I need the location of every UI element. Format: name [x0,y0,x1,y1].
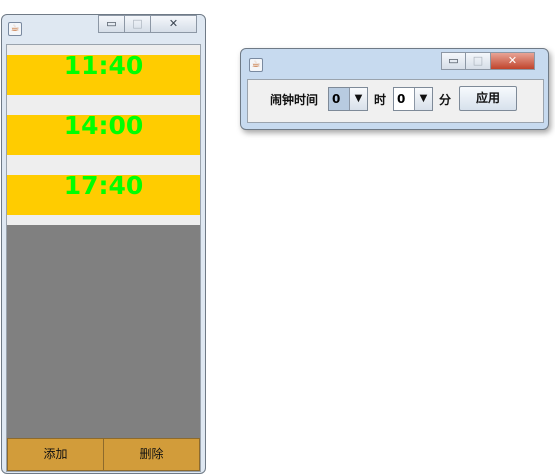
add-button[interactable]: 添加 [7,438,104,471]
chevron-down-icon[interactable]: ▼ [414,88,432,110]
alarm-item[interactable]: 17:40 [7,173,200,215]
minute-unit-label: 分 [439,93,452,107]
apply-button[interactable]: 应用 [459,86,517,111]
alarm-setting-window: ☕ ▭ □ ✕ 闹钟时间 0 ▼ 时 0 ▼ 分 应用 [240,48,549,130]
alarm-list-panel: 11:40 14:00 17:40 添加 删除 [6,44,201,472]
alarm-setting-panel: 闹钟时间 0 ▼ 时 0 ▼ 分 应用 [247,79,544,123]
alarm-item[interactable]: 14:00 [7,113,200,155]
alarm-list-window: ☕ ▭ □ ✕ 11:40 14:00 17:40 添加 删除 [1,14,206,474]
minute-select[interactable]: 0 ▼ [393,87,433,111]
window-controls: ▭ □ ✕ [98,15,197,33]
java-cup-icon: ☕ [8,22,22,36]
alarm-spacer [7,215,200,225]
hour-select[interactable]: 0 ▼ [328,87,368,111]
chevron-down-icon[interactable]: ▼ [349,88,367,110]
minute-value: 0 [394,88,414,110]
window-controls: ▭ □ ✕ [441,52,535,70]
delete-button[interactable]: 删除 [104,438,200,471]
title-bar[interactable]: ☕ ▭ □ ✕ [2,15,205,43]
minimize-icon[interactable]: ▭ [98,15,125,33]
close-icon[interactable]: ✕ [151,15,197,33]
alarm-time-label: 闹钟时间 [270,93,319,107]
hour-value: 0 [329,88,349,110]
alarm-item[interactable]: 11:40 [7,53,200,95]
title-bar[interactable]: ☕ ▭ □ ✕ [241,49,548,77]
maximize-icon[interactable]: □ [466,52,491,70]
maximize-icon[interactable]: □ [125,15,151,33]
alarm-list: 11:40 14:00 17:40 [7,45,200,225]
minimize-icon[interactable]: ▭ [441,52,466,70]
java-cup-icon: ☕ [249,58,263,72]
close-icon[interactable]: ✕ [491,52,535,70]
hour-unit-label: 时 [374,93,387,107]
action-bar: 添加 删除 [7,438,200,471]
